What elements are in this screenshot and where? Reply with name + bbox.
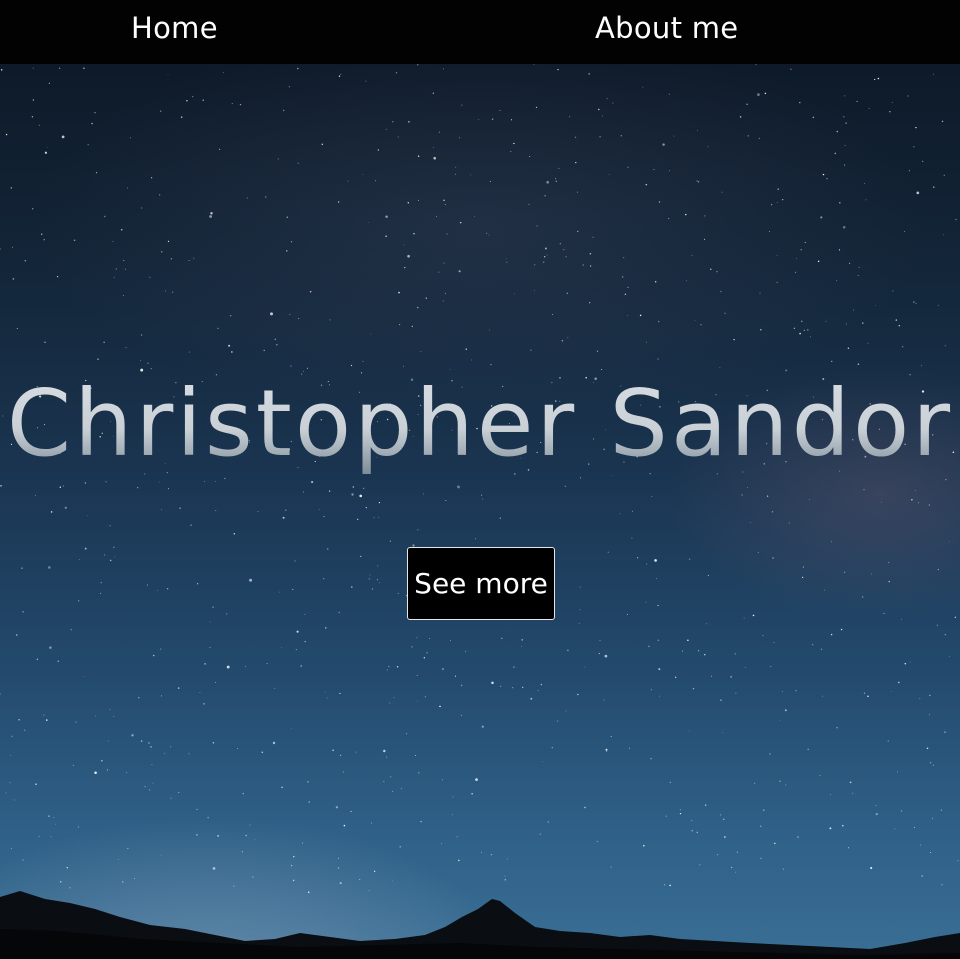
nav-link-home[interactable]: Home xyxy=(131,0,218,58)
starfield-background xyxy=(0,64,959,893)
mountain-silhouette xyxy=(0,891,960,959)
top-navbar: Home About me xyxy=(0,0,960,64)
hero-section: Christopher Sandor See more xyxy=(0,64,960,959)
hero-title: Christopher Sandor xyxy=(0,374,960,474)
see-more-button[interactable]: See more xyxy=(407,547,555,620)
page: Home About me Christopher Sandor See mor… xyxy=(0,0,960,959)
nav-link-about[interactable]: About me xyxy=(595,0,738,58)
